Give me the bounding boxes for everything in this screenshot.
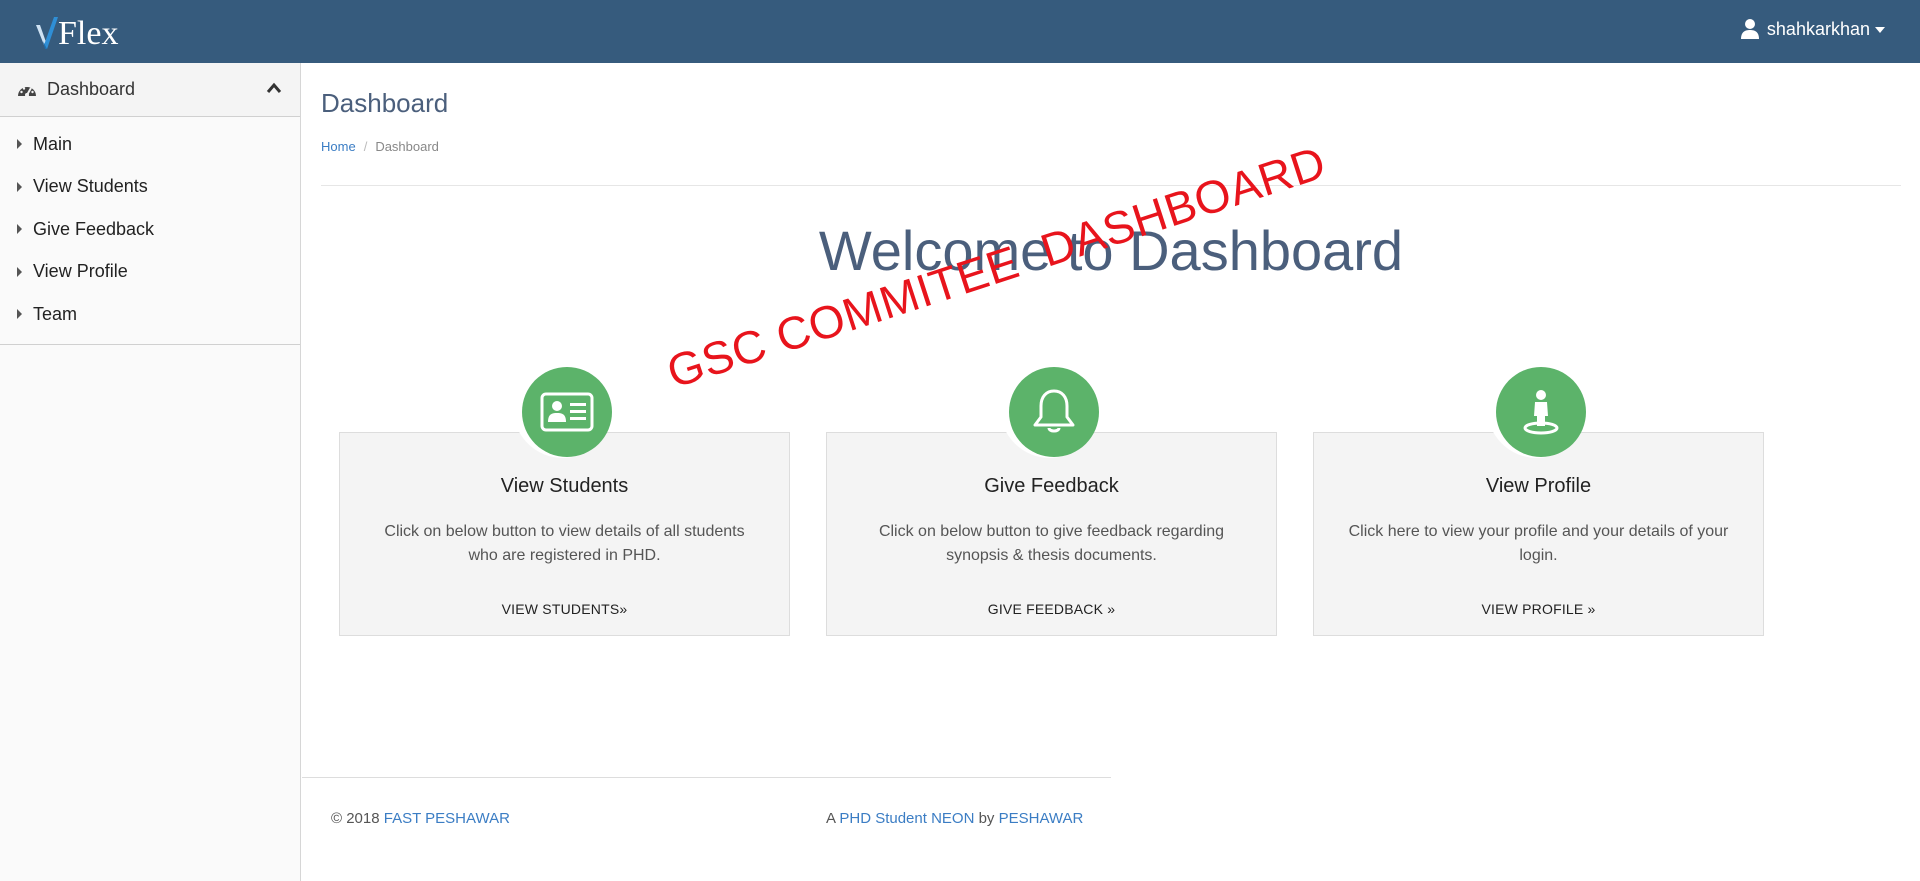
credits-prefix: A	[826, 810, 840, 827]
caret-right-icon	[17, 181, 22, 192]
sidebar-item-give-feedback[interactable]: Give Feedback	[0, 208, 300, 251]
card-description: Click here to view your profile and your…	[1348, 523, 1729, 564]
sidebar-item-view-profile[interactable]: View Profile	[0, 251, 300, 294]
caret-right-icon	[17, 266, 22, 277]
sidebar-item-label: View Students	[33, 176, 148, 197]
card-badge-view-profile	[1487, 358, 1587, 458]
logo-check-icon	[36, 17, 58, 49]
give-feedback-link[interactable]: GIVE FEEDBACK »	[827, 601, 1276, 617]
user-icon	[1740, 19, 1759, 39]
sidebar-item-label: Team	[33, 303, 78, 324]
main-content: Dashboard Home / Dashboard Welcome to Dash…	[302, 63, 1920, 881]
card-description: Click on below button to view details of…	[384, 523, 745, 564]
card-view-profile: View Profile Click here to view your pro…	[1313, 432, 1764, 636]
chevron-up-icon[interactable]	[266, 82, 282, 94]
card-badge-give-feedback	[1000, 358, 1100, 458]
footer-credits: A PHD Student NEON by PESHAWAR	[826, 810, 1083, 827]
caret-right-icon	[17, 139, 22, 150]
sidebar-item-label: Main	[33, 133, 73, 154]
user-menu[interactable]: shahkarkhan	[1740, 18, 1885, 40]
copyright-text: © 2018	[331, 810, 384, 827]
caret-right-icon	[17, 224, 22, 235]
breadcrumb-current: Dashboard	[375, 139, 439, 154]
bell-icon	[1033, 389, 1075, 433]
logo-text: Flex	[58, 15, 119, 52]
sidebar-item-main[interactable]: Main	[0, 123, 300, 166]
sidebar-item-label: View Profile	[33, 261, 128, 282]
divider	[321, 185, 1901, 186]
logo[interactable]: Flex	[34, 14, 118, 54]
sidebar: Dashboard Main View Students Give Feedba…	[0, 63, 301, 881]
street-view-icon	[1523, 390, 1559, 435]
chevron-down-icon	[1875, 27, 1885, 33]
footer-copyright: © 2018 FAST PESHAWAR	[331, 810, 510, 827]
peshawar-link[interactable]: PESHAWAR	[999, 810, 1084, 827]
sidebar-menu: Main View Students Give Feedback View Pr…	[0, 117, 300, 345]
page-title: Dashboard	[321, 88, 449, 118]
view-students-link[interactable]: VIEW STUDENTS»	[340, 601, 789, 617]
card-description: Click on below button to give feedback r…	[878, 523, 1225, 564]
sidebar-item-label: Give Feedback	[33, 218, 155, 239]
username: shahkarkhan	[1766, 18, 1870, 39]
sidebar-section-label: Dashboard	[47, 79, 136, 99]
view-profile-link[interactable]: VIEW PROFILE »	[1314, 601, 1763, 617]
breadcrumb: Home / Dashboard	[321, 139, 439, 154]
sidebar-item-view-students[interactable]: View Students	[0, 166, 300, 209]
fast-peshawar-link[interactable]: FAST PESHAWAR	[384, 810, 510, 827]
id-card-icon	[540, 392, 594, 432]
sidebar-section-dashboard[interactable]: Dashboard	[0, 63, 300, 117]
card-badge-view-students	[513, 358, 613, 458]
footer-divider	[302, 777, 1111, 778]
caret-right-icon	[17, 309, 22, 320]
credits-by: by	[974, 810, 999, 827]
top-navbar: Flex shahkarkhan	[0, 0, 1920, 63]
card-title: Give Feedback	[984, 475, 1119, 497]
card-title: View Profile	[1485, 475, 1592, 497]
dashboard-gauge-icon	[18, 86, 36, 97]
phd-student-neon-link[interactable]: PHD Student NEON	[839, 810, 974, 827]
breadcrumb-home-link[interactable]: Home	[321, 139, 356, 154]
card-title: View Students	[500, 475, 629, 497]
breadcrumb-separator: /	[363, 139, 368, 154]
card-view-students: View Students Click on below button to v…	[339, 432, 790, 636]
card-give-feedback: Give Feedback Click on below button to g…	[826, 432, 1277, 636]
sidebar-item-team[interactable]: Team	[0, 293, 300, 336]
